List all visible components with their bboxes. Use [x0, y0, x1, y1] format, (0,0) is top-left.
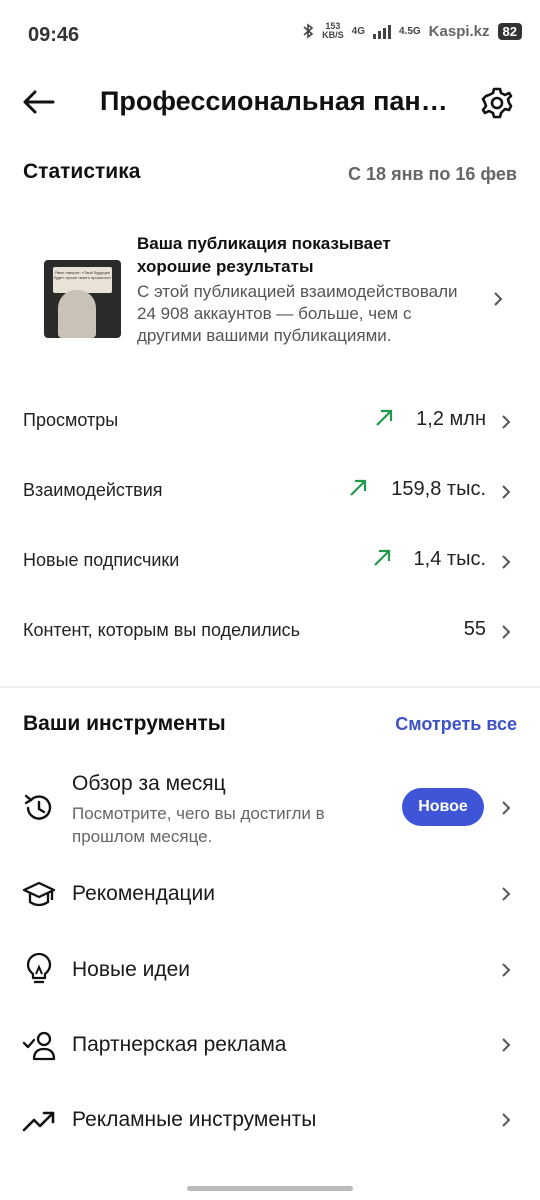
battery-icon: 82	[497, 22, 522, 40]
settings-button[interactable]	[478, 84, 516, 122]
new-badge: Новое	[402, 788, 484, 826]
lightbulb-icon	[26, 952, 52, 984]
thumbnail-caption: Явно говорит: «Твоё будущее будет лучше …	[53, 267, 112, 293]
see-all-link[interactable]: Смотреть все	[395, 714, 517, 735]
watermark: Kaspi.kz	[428, 22, 490, 40]
tool-title: Новые идеи	[72, 958, 191, 981]
metric-row-new-followers[interactable]: Новые подписчики 1,4 тыс.	[0, 532, 540, 592]
highlight-description: С этой публикацией взаимодействовали 24 …	[137, 282, 458, 345]
graduation-cap-icon	[22, 881, 56, 907]
highlight-title: Ваша публикация показывает хорошие резул…	[137, 234, 391, 276]
metric-row-shared-content[interactable]: Контент, которым вы поделились 55	[0, 602, 540, 662]
speed-unit: KB/S	[322, 30, 344, 40]
trend-up-icon	[374, 549, 391, 566]
tool-recommendations[interactable]: Рекомендации	[0, 864, 540, 926]
tool-title: Рекомендации	[72, 882, 216, 905]
metric-value: 55	[463, 618, 486, 640]
tool-title: Партнерская реклама	[72, 1033, 287, 1056]
chevron-right-icon	[502, 1113, 511, 1127]
tool-new-ideas[interactable]: Новые идеи	[0, 940, 540, 1002]
history-icon	[24, 794, 52, 820]
tool-subtitle: Посмотрите, чего вы достигли в прошлом м…	[72, 804, 325, 846]
home-indicator[interactable]	[187, 1186, 353, 1191]
post-highlight-card[interactable]: Явно говорит: «Твоё будущее будет лучше …	[23, 226, 517, 376]
chevron-right-icon	[502, 801, 511, 815]
partner-user-check-icon	[22, 1031, 56, 1061]
chevron-right-icon	[502, 555, 511, 569]
status-icons: 153 KB/S 4G 4.5G Kaspi.kz 82	[302, 22, 522, 40]
tool-title: Обзор за месяц	[72, 772, 226, 795]
section-divider	[0, 686, 540, 688]
back-button[interactable]	[18, 84, 58, 120]
page-title: Профессиональная пане…	[100, 86, 450, 116]
chevron-right-icon	[494, 292, 503, 306]
metric-row-interactions[interactable]: Взаимодействия 159,8 тыс.	[0, 462, 540, 522]
chevron-right-icon	[502, 887, 511, 901]
post-thumbnail: Явно говорит: «Твоё будущее будет лучше …	[44, 260, 121, 338]
date-range[interactable]: С 18 янв по 16 фев	[348, 164, 517, 185]
network-speed: 153 KB/S	[322, 22, 344, 40]
arrow-left-icon	[23, 90, 55, 114]
metric-value: 1,2 млн	[416, 408, 486, 430]
trend-up-icon	[376, 409, 393, 426]
status-bar: 09:46 153 KB/S 4G 4.5G Kaspi.kz 82	[0, 0, 540, 70]
tool-ad-tools[interactable]: Рекламные инструменты	[0, 1090, 540, 1152]
status-time: 09:46	[28, 24, 80, 46]
statistics-header: Статистика С 18 янв по 16 фев	[23, 160, 517, 194]
thumbnail-hand	[58, 290, 96, 338]
metric-label: Взаимодействия	[23, 480, 163, 500]
header: Профессиональная пане…	[0, 70, 540, 134]
gear-icon	[481, 87, 513, 119]
chevron-right-icon	[502, 1038, 511, 1052]
metric-label: Просмотры	[23, 410, 119, 430]
metric-label: Новые подписчики	[23, 550, 180, 570]
tool-partner-ads[interactable]: Партнерская реклама	[0, 1015, 540, 1077]
chevron-right-icon	[502, 415, 511, 429]
trending-up-icon	[22, 1111, 55, 1132]
bluetooth-icon	[303, 23, 314, 39]
signal-icon	[372, 23, 391, 39]
chevron-right-icon	[502, 485, 511, 499]
network-type: 4G	[351, 25, 365, 37]
chevron-right-icon	[502, 625, 511, 639]
tool-title: Рекламные инструменты	[72, 1108, 317, 1131]
metric-value: 1,4 тыс.	[413, 548, 486, 570]
tool-monthly-review[interactable]: Обзор за месяц Посмотрите, чего вы дости…	[0, 764, 540, 860]
chevron-right-icon	[502, 963, 511, 977]
metric-row-views[interactable]: Просмотры 1,2 млн	[0, 392, 540, 452]
network-type-2: 4.5G	[398, 25, 421, 37]
metric-value: 159,8 тыс.	[391, 478, 486, 500]
tools-header: Ваши инструменты Смотреть все	[23, 712, 517, 742]
metric-label: Контент, которым вы поделились	[23, 620, 301, 640]
trend-up-icon	[350, 479, 367, 496]
